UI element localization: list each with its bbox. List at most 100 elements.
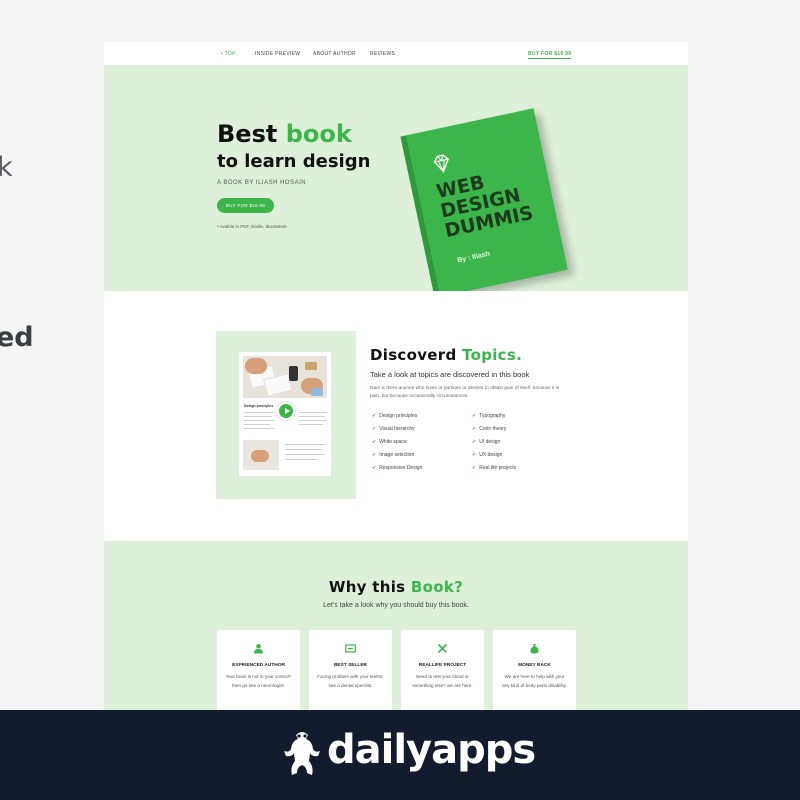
- preview-text-line: [244, 428, 274, 429]
- why-subtitle: Let's take a look why you should buy thi…: [323, 602, 469, 609]
- check-icon: ✔: [372, 452, 377, 458]
- check-icon: ✔: [472, 465, 477, 471]
- preview-text-line: [285, 459, 317, 460]
- topics-title: Discoverd Topics.: [370, 346, 522, 364]
- tools-icon: [437, 643, 448, 654]
- nav-link-about-author[interactable]: ABOUT AUTHOR: [313, 51, 356, 57]
- feature-card-bestseller: BEST SELLER Facing problem with your tee…: [309, 630, 392, 710]
- feature-card-desc: Your brain is not in your control? then …: [225, 674, 292, 688]
- why-title: Why this Book?: [104, 578, 688, 596]
- photo-tile-shape: [311, 388, 323, 396]
- photo-hand-shape: [245, 358, 267, 374]
- preview-text-line: [299, 420, 327, 421]
- hero-title: Best book: [217, 120, 352, 148]
- feature-card-title: BEST SELLER: [333, 663, 368, 668]
- background-text-k: k: [0, 152, 13, 183]
- check-icon: ✔: [372, 465, 377, 471]
- topics-title-prefix: Discoverd: [370, 346, 457, 364]
- book-cover-image: WEB DESIGN DUMMIS By : Iliash: [406, 108, 568, 297]
- feature-card-project: REALLIFE PROJECT Need to test your blood…: [401, 630, 484, 710]
- topic-label: Responsive Design: [379, 465, 423, 471]
- user-icon: [254, 643, 263, 654]
- feature-card-moneyback: MONEY BACK We are here to help with your…: [493, 630, 576, 710]
- topic-label: Design principles: [379, 413, 418, 419]
- check-icon: ✔: [472, 439, 477, 445]
- bestseller-icon: [345, 644, 356, 653]
- preview-text-line: [299, 416, 325, 417]
- feature-card-title: EXPRIENCED AUTHOR: [232, 663, 285, 668]
- topic-label: Image selection: [379, 452, 415, 458]
- feature-card-title: REALLIFE PROJECT: [418, 663, 467, 668]
- photo-tile-shape: [305, 362, 317, 370]
- feature-card-desc: Need to test your blood or something els…: [412, 674, 473, 688]
- topic-label: Visual hierarchy: [379, 426, 415, 432]
- nav-link-reviews[interactable]: REVIEWS: [370, 51, 395, 57]
- topic-item: ✔ UI design: [472, 436, 516, 449]
- topic-label: White space: [379, 439, 407, 445]
- hero-availability-note: • Avaible in PDF, kindle, iBookstore: [217, 224, 287, 229]
- preview-text-line: [285, 444, 325, 445]
- hero-section: Best book to learn design A BOOK BY ILIA…: [104, 65, 688, 297]
- check-icon: ✔: [472, 426, 477, 432]
- check-icon: ✔: [472, 452, 477, 458]
- check-icon: ✔: [472, 413, 477, 419]
- top-navigation: • TOP INSIDE PREVIEW ABOUT AUTHOR REVIEW…: [104, 42, 688, 65]
- play-icon[interactable]: [277, 402, 295, 420]
- feature-card-title: MONEY BACK: [518, 663, 551, 668]
- nav-link-top[interactable]: • TOP: [221, 51, 236, 57]
- feature-card-desc: Facing problem with your teeths, see a d…: [317, 674, 384, 688]
- topic-item: ✔ Real life projects: [472, 462, 516, 475]
- topic-item: ✔ Color theory: [472, 423, 516, 436]
- preview-page-card: Design principles: [238, 351, 332, 477]
- topic-list-left: ✔ Design principles ✔ Visual hierarchy ✔ Wh…: [372, 410, 422, 475]
- feature-card-author: EXPRIENCED AUTHOR Your brain is not in y…: [217, 630, 300, 710]
- topic-item: ✔ White space: [372, 436, 422, 449]
- hero-title-accent: book: [285, 120, 352, 148]
- check-icon: ✔: [372, 426, 377, 432]
- preview-text-line: [244, 424, 270, 425]
- preview-thumbnail: [243, 440, 279, 470]
- nav-link-inside-preview[interactable]: INSIDE PREVIEW: [255, 51, 300, 57]
- topic-label: UX design: [479, 452, 503, 458]
- topics-description: Gain is there anyone who loves or pursue…: [370, 386, 560, 399]
- topic-item: ✔ Design principles: [372, 410, 422, 423]
- preview-text-line: [244, 420, 274, 421]
- topic-label: Real life projects: [479, 465, 517, 471]
- diamond-icon: [433, 154, 449, 174]
- brand-name: dailyapps: [327, 727, 536, 773]
- preview-text-line: [285, 449, 321, 450]
- why-title-prefix: Why this: [328, 578, 406, 596]
- money-bag-icon: [530, 644, 539, 654]
- screenshot-stage: k ed • TOP INSIDE PREVIEW ABOUT AUTHOR R…: [0, 0, 800, 800]
- landing-page-preview: • TOP INSIDE PREVIEW ABOUT AUTHOR REVIEW…: [104, 42, 688, 710]
- topic-list-right: ✔ Typography ✔ Color theory ✔ UI design ✔ UX…: [472, 410, 516, 475]
- preview-text-line: [299, 424, 323, 425]
- preview-text-line: [244, 416, 272, 417]
- check-icon: ✔: [372, 439, 377, 445]
- hero-title-line2: to learn design: [217, 151, 371, 172]
- topics-section: Design principles Discoverd Topics. Take…: [104, 291, 688, 541]
- why-title-accent: Book?: [410, 578, 464, 596]
- topics-subtitle: Take a look at topics are discovered in …: [370, 370, 530, 379]
- book-cover-author: By : Iliash: [456, 250, 491, 265]
- topic-item: ✔ UX design: [472, 449, 516, 462]
- frog-logo-icon: [284, 732, 320, 775]
- topic-label: Color theory: [479, 426, 507, 432]
- why-section: Why this Book? Let's take a look why you…: [104, 541, 688, 710]
- feature-card-desc: We are here to help with your any kind o…: [502, 674, 567, 688]
- brand-footer-bar: dailyapps: [0, 710, 800, 800]
- background-text-ed: ed: [0, 322, 34, 353]
- topic-item: ✔ Typography: [472, 410, 516, 423]
- hero-author: A BOOK BY ILIASH HOSAIN: [217, 180, 307, 186]
- preview-text-line: [299, 412, 327, 413]
- nav-buy-link[interactable]: BUY FOR $19.99: [528, 51, 572, 59]
- preview-caption: Design principles: [244, 404, 274, 408]
- photo-phone-shape: [289, 366, 298, 381]
- hero-title-prefix: Best: [217, 120, 278, 148]
- preview-text-line: [244, 412, 274, 413]
- topic-label: UI design: [479, 439, 501, 445]
- topic-item: ✔ Visual hierarchy: [372, 423, 422, 436]
- hero-buy-button[interactable]: BUY FOR $19.99: [217, 198, 274, 213]
- topic-item: ✔ Image selection: [372, 449, 422, 462]
- photo-hand-shape: [251, 450, 269, 462]
